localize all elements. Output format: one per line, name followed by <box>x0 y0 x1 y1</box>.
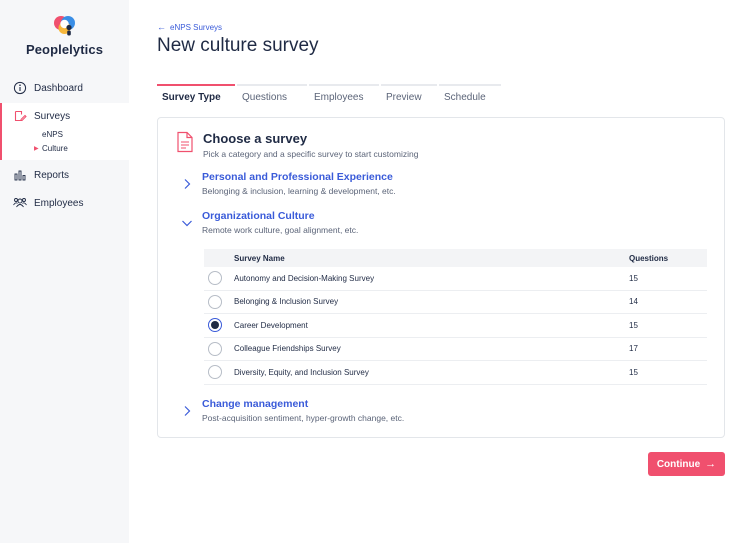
question-count: 15 <box>629 273 638 283</box>
table-row[interactable]: Colleague Friendships Survey 17 <box>204 338 707 361</box>
breadcrumb-back-link[interactable]: ← eNPS Surveys <box>157 22 222 32</box>
continue-label: Continue <box>656 458 701 470</box>
category-personal-professional[interactable]: Personal and Professional Experience Bel… <box>180 171 396 196</box>
breadcrumb-label: eNPS Surveys <box>170 22 223 32</box>
table-row[interactable]: Diversity, Equity, and Inclusion Survey … <box>204 361 707 385</box>
sidebar-item-label: Employees <box>34 197 84 209</box>
bar-chart-icon <box>14 170 26 181</box>
survey-radio[interactable] <box>208 271 222 286</box>
sidebar-subitem-label: eNPS <box>42 129 63 139</box>
tab-label: Employees <box>314 92 364 103</box>
card-subtitle: Pick a category and a specific survey to… <box>203 149 419 159</box>
sidebar-subitem-enps[interactable]: eNPS <box>2 127 129 141</box>
survey-radio[interactable] <box>208 294 222 309</box>
category-name: Personal and Professional Experience <box>202 171 393 183</box>
table-row[interactable]: Belonging & Inclusion Survey 14 <box>204 291 707 314</box>
info-circle-icon <box>13 81 27 95</box>
sidebar-item-employees[interactable]: Employees <box>0 192 129 214</box>
sidebar-item-label: Dashboard <box>34 82 83 94</box>
category-description: Post-acquisition sentiment, hyper-growth… <box>202 413 405 423</box>
tab-survey-type[interactable]: Survey Type <box>157 84 235 108</box>
stepper-tabs: Survey Type Questions Employees Preview … <box>157 84 501 108</box>
sidebar-item-reports[interactable]: Reports <box>0 164 129 186</box>
tab-schedule[interactable]: Schedule <box>439 84 501 108</box>
sidebar-subitem-culture[interactable]: ▶ Culture <box>2 141 129 155</box>
tab-label: Preview <box>386 92 422 103</box>
sidebar: Peoplelytics Dashboard Surveys eNPS ▶ Cu… <box>0 0 129 543</box>
sidebar-item-surveys[interactable]: Surveys <box>2 105 131 127</box>
survey-radio-selected[interactable] <box>208 318 222 333</box>
category-description: Remote work culture, goal alignment, etc… <box>202 225 359 235</box>
logo-text: Peoplelytics <box>25 42 104 57</box>
people-icon <box>13 198 27 208</box>
chevron-down-icon <box>182 220 192 227</box>
survey-edit-icon <box>14 110 27 122</box>
survey-name: Career Development <box>234 320 308 330</box>
question-count: 14 <box>629 297 638 307</box>
tab-preview[interactable]: Preview <box>381 84 437 108</box>
card-title: Choose a survey <box>203 131 308 146</box>
page-title: New culture survey <box>157 35 319 56</box>
chevron-right-icon <box>184 406 191 416</box>
category-change-management[interactable]: Change management Post-acquisition senti… <box>180 398 404 423</box>
sidebar-group-surveys: Surveys eNPS ▶ Culture <box>0 103 129 160</box>
logo[interactable]: Peoplelytics <box>0 12 129 57</box>
category-organizational-culture[interactable]: Organizational Culture Remote work cultu… <box>180 210 358 235</box>
tab-employees[interactable]: Employees <box>309 84 379 108</box>
column-header-survey-name: Survey Name <box>234 253 285 263</box>
table-header: Survey Name Questions <box>204 249 707 267</box>
table-row[interactable]: Autonomy and Decision-Making Survey 15 <box>204 267 707 291</box>
survey-radio[interactable] <box>208 341 222 356</box>
category-name: Organizational Culture <box>202 210 315 222</box>
category-name: Change management <box>202 398 309 410</box>
survey-name: Colleague Friendships Survey <box>234 344 341 354</box>
caret-right-icon: ▶ <box>34 145 39 152</box>
survey-name: Diversity, Equity, and Inclusion Survey <box>234 367 369 377</box>
sidebar-item-label: Reports <box>34 169 70 181</box>
chevron-right-icon <box>184 179 191 189</box>
arrow-right-icon: → <box>705 458 717 470</box>
tab-label: Survey Type <box>162 92 221 103</box>
tab-label: Schedule <box>444 92 486 103</box>
sidebar-subitem-label: Culture <box>42 143 68 153</box>
survey-radio[interactable] <box>208 365 222 380</box>
tab-label: Questions <box>242 92 288 103</box>
survey-name: Autonomy and Decision-Making Survey <box>234 273 375 283</box>
choose-survey-card: Choose a survey Pick a category and a sp… <box>157 117 725 438</box>
continue-button[interactable]: Continue → <box>648 452 725 476</box>
arrow-left-icon: ← <box>157 22 166 32</box>
tab-questions[interactable]: Questions <box>237 84 307 108</box>
question-count: 15 <box>629 320 638 330</box>
document-icon <box>177 131 193 153</box>
survey-table: Survey Name Questions Autonomy and Decis… <box>204 249 707 385</box>
card-header: Choose a survey Pick a category and a sp… <box>176 131 418 159</box>
sidebar-item-label: Surveys <box>34 110 71 122</box>
question-count: 17 <box>629 344 638 354</box>
column-header-questions: Questions <box>629 253 669 263</box>
table-row[interactable]: Career Development 15 <box>204 314 707 338</box>
survey-name: Belonging & Inclusion Survey <box>234 297 339 307</box>
logo-mark-icon <box>53 16 75 36</box>
sidebar-item-dashboard[interactable]: Dashboard <box>0 77 129 99</box>
category-description: Belonging & inclusion, learning & develo… <box>202 186 396 196</box>
question-count: 15 <box>629 367 638 377</box>
